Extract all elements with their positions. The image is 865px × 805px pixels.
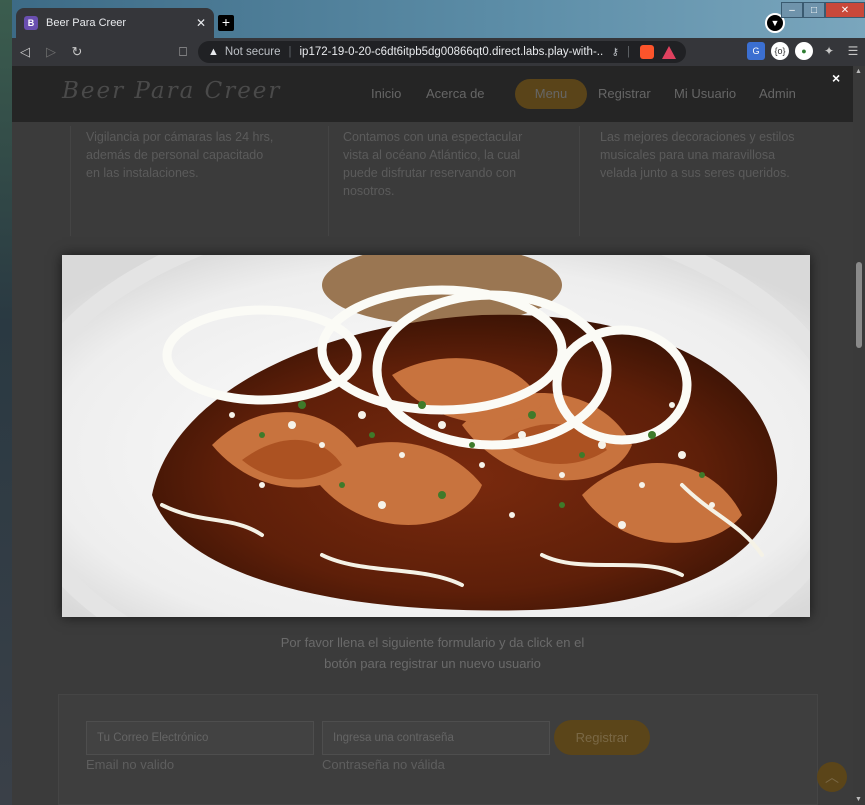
register-subtitle-line1: Por favor llena el siguiente formulario … (280, 635, 585, 650)
browser-tab[interactable]: B Beer Para Creer ✕ (16, 8, 214, 38)
key-icon[interactable]: ⚷ (612, 47, 619, 58)
page-scrollbar[interactable]: ▲ ▼ (853, 66, 865, 805)
browser-window: B Beer Para Creer ✕ + ▼ – □ ✕ ◁ ▷ ↻ ⎕ ▲ … (12, 0, 865, 805)
new-tab-icon[interactable]: + (218, 15, 234, 31)
register-subtitle-line2: botón para registrar un nuevo usuario (324, 656, 541, 671)
nav-link-menu[interactable]: Menu (515, 79, 587, 109)
lightbox-image (62, 255, 810, 617)
omnibox-separator: | (288, 46, 292, 58)
feature-view-text: Contamos con una espectacular vista al o… (343, 130, 523, 198)
window-controls: – □ ✕ (781, 2, 865, 18)
omnibox-separator-2: | (627, 46, 630, 58)
password-input[interactable]: Ingresa una contraseña (322, 721, 550, 755)
scrollbar-thumb[interactable] (856, 262, 862, 348)
maximize-icon[interactable]: □ (803, 2, 825, 18)
register-button[interactable]: Registrar (554, 720, 650, 755)
register-subtitle: Por favor llena el siguiente formulario … (12, 632, 853, 674)
nav-link-inicio[interactable]: Inicio (371, 86, 401, 101)
nav-link-admin[interactable]: Admin (759, 86, 796, 101)
forward-icon[interactable]: ▷ (38, 44, 64, 60)
feature-card-border (579, 126, 580, 236)
warning-icon: ▲ (208, 46, 219, 58)
nav-link-mi-usuario[interactable]: Mi Usuario (674, 86, 736, 101)
not-secure-label: Not secure (224, 46, 281, 58)
url-text: ip172-19-0-20-c6dt6itpb5dg00866qt0.direc… (299, 46, 604, 58)
web-page: Beer Para Creer Inicio Acerca de Menu Re… (12, 66, 853, 805)
tab-bar: B Beer Para Creer ✕ + ▼ – □ ✕ (12, 0, 865, 38)
desktop-background (0, 0, 12, 805)
back-icon[interactable]: ◁ (12, 44, 38, 60)
feature-security-text: Vigilancia por cámaras las 24 hrs, ademá… (86, 130, 274, 180)
extension-globe-icon[interactable]: ● (795, 42, 813, 60)
nav-link-registrar[interactable]: Registrar (598, 86, 651, 101)
window-close-icon[interactable]: ✕ (825, 2, 865, 18)
scroll-up-icon[interactable]: ▲ (855, 68, 862, 75)
extensions-puzzle-icon[interactable]: ✦ (820, 42, 838, 60)
reload-icon[interactable]: ↻ (64, 44, 90, 60)
feature-card-border (70, 126, 71, 236)
nav-link-acerca[interactable]: Acerca de (426, 86, 485, 101)
back-to-top-icon[interactable]: ︿ (817, 762, 847, 792)
browser-menu-icon[interactable]: ☰ (844, 42, 862, 60)
extension-json-icon[interactable]: {o} (771, 42, 789, 60)
feature-card-border (328, 126, 329, 236)
scroll-down-icon[interactable]: ▼ (855, 796, 862, 803)
translate-icon[interactable]: G (747, 42, 765, 60)
bootstrap-favicon-icon: B (24, 16, 38, 30)
feature-decor-text: Las mejores decoraciones y estilos music… (600, 130, 795, 180)
bookmark-icon[interactable]: ⎕ (170, 44, 196, 60)
tab-close-icon[interactable]: ✕ (196, 16, 206, 30)
email-error: Email no valido (86, 757, 175, 772)
brave-rewards-icon[interactable] (662, 45, 676, 59)
email-input[interactable]: Tu Correo Electrónico (86, 721, 314, 755)
lightbox-close-icon[interactable]: × (832, 70, 840, 86)
address-bar[interactable]: ▲ Not secure | ip172-19-0-20-c6dt6itpb5d… (198, 41, 686, 63)
password-error: Contraseña no válida (322, 757, 445, 772)
enchiladas-dish-image (62, 255, 810, 617)
site-brand-logo[interactable]: Beer Para Creer (62, 78, 281, 104)
tab-title: Beer Para Creer (46, 17, 127, 29)
site-navbar: Beer Para Creer Inicio Acerca de Menu Re… (12, 66, 853, 122)
brave-shield-icon[interactable] (640, 45, 654, 59)
minimize-icon[interactable]: – (781, 2, 803, 18)
browser-toolbar: ◁ ▷ ↻ ⎕ ▲ Not secure | ip172-19-0-20-c6d… (12, 38, 865, 66)
